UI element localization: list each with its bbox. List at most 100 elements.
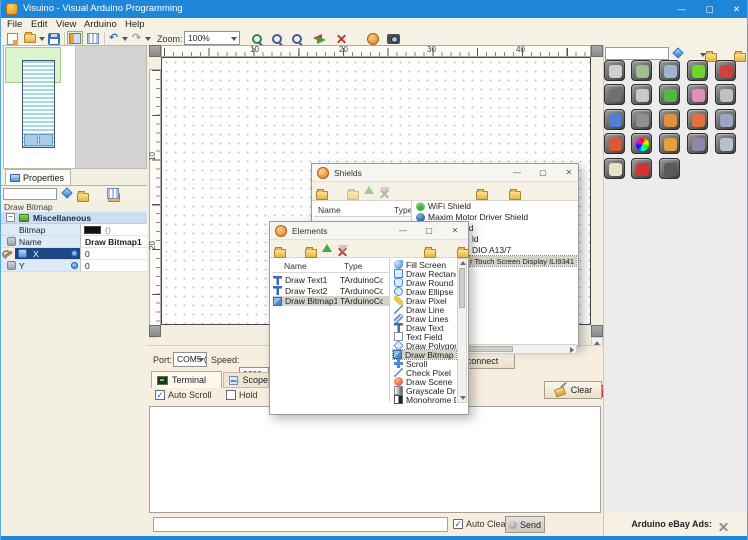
toolbox-category-tools-icon[interactable] (604, 60, 625, 81)
auto-scroll-checkbox[interactable]: ✓ (155, 390, 165, 400)
bitmap-property-value[interactable]: () (80, 224, 147, 236)
elements-close-button[interactable]: ✕ (446, 223, 464, 238)
filter-icon[interactable] (61, 187, 73, 199)
property-row-bitmap[interactable]: Bitmap () (1, 224, 147, 236)
elements-maximize-button[interactable]: ▢ (420, 223, 438, 238)
menu-help[interactable]: Help (125, 19, 145, 30)
toolbox-category-integer-icon[interactable] (715, 60, 736, 81)
shields-tree-item[interactable]: DIO A13/7 (472, 245, 576, 255)
collapse-categories-icon[interactable] (508, 189, 521, 200)
toolbox-category-heat-icon[interactable] (604, 133, 625, 154)
shields-tree-item[interactable]: WiFi Shield (416, 201, 576, 211)
shields-tree-item-selected[interactable]: r Touch Screen Display ILI9341 Shield (469, 255, 577, 267)
toolbox-category-lcd-icon[interactable] (659, 158, 680, 179)
y-pin-icon[interactable] (71, 262, 78, 269)
x-property-value[interactable]: 0 (80, 248, 147, 260)
web-help-button[interactable] (365, 31, 381, 46)
toolbox-category-color-icon[interactable] (631, 133, 652, 154)
new-project-button[interactable] (5, 31, 20, 46)
move-up-icon[interactable] (322, 244, 332, 252)
menu-arduino[interactable]: Arduino (84, 19, 117, 30)
redo-dropdown[interactable] (143, 31, 151, 46)
toolbox-category-displays-icon[interactable] (715, 109, 736, 130)
elements-list-row-selected[interactable]: Draw Bitmap1 TArduinoColo (273, 296, 389, 306)
minimize-button[interactable]: — (669, 0, 694, 18)
terminal-input[interactable] (153, 517, 448, 532)
toggle-left-panel-button[interactable] (67, 31, 83, 46)
shields-close-button[interactable]: ✕ (560, 165, 578, 180)
snapshot-button[interactable] (385, 31, 402, 46)
tab-scope[interactable]: Scope (223, 372, 269, 388)
collapse-group-icon[interactable]: − (6, 213, 15, 222)
toolbox-category-math-icon[interactable] (659, 84, 680, 105)
undo-button[interactable]: ↶ (107, 31, 120, 46)
shields-tree-item[interactable]: ld (472, 234, 576, 244)
clear-button[interactable]: Clear (544, 381, 602, 399)
elements-column-type[interactable]: Type (344, 261, 362, 271)
close-button[interactable]: ✕ (724, 0, 747, 18)
toolbox-category-streams-icon[interactable] (715, 133, 736, 154)
elements-tree-vscrollbar[interactable] (457, 258, 467, 403)
insert-shield-icon[interactable] (347, 189, 360, 200)
auto-clear-checkbox[interactable]: ✓ (453, 519, 463, 529)
toolbox-category-converters-icon[interactable] (659, 109, 680, 130)
save-button[interactable] (46, 31, 61, 46)
overview-panel[interactable] (3, 45, 147, 169)
shields-column-type[interactable]: Type (394, 205, 412, 215)
shields-title-bar[interactable]: Shields — ▢ ✕ (312, 164, 578, 182)
overview-document[interactable] (4, 46, 76, 168)
arrange-panes-icon[interactable] (107, 188, 119, 199)
expand-folders-icon[interactable] (734, 51, 747, 62)
elements-list-row[interactable]: Draw Text1 TArduinoColo (273, 275, 389, 285)
toolbox-category-boards-icon[interactable] (631, 60, 652, 81)
y-property-value[interactable]: 0 (80, 260, 147, 272)
toolbox-search-input[interactable] (605, 47, 669, 60)
menu-view[interactable]: View (56, 19, 76, 30)
menu-edit[interactable]: Edit (31, 19, 47, 30)
add-shield-icon[interactable] (316, 189, 328, 200)
move-down-icon[interactable] (380, 187, 390, 195)
bitmap-preview[interactable] (84, 226, 101, 234)
expand-all-icon[interactable] (77, 191, 89, 202)
open-dropdown[interactable] (37, 31, 45, 46)
send-button[interactable]: Send (505, 516, 545, 533)
toolbox-category-filters-icon[interactable] (715, 84, 736, 105)
expand-categories-icon[interactable] (424, 247, 437, 258)
zoom-reset-button[interactable] (289, 31, 305, 46)
properties-search-input[interactable] (3, 188, 57, 200)
move-down-icon[interactable] (338, 245, 348, 253)
property-row-y[interactable]: Y 0 (1, 260, 147, 272)
toolbox-category-digital-icon[interactable] (659, 60, 680, 81)
toolbox-category-text-icon[interactable] (631, 84, 652, 105)
elements-column-name[interactable]: Name (284, 261, 307, 271)
property-group-row[interactable]: − Miscellaneous (1, 212, 147, 224)
toggle-grid-button[interactable] (85, 31, 101, 46)
hold-checkbox[interactable] (226, 390, 236, 400)
elements-title-bar[interactable]: Elements — ▢ ✕ (270, 222, 468, 240)
add-element-icon[interactable] (274, 247, 286, 258)
zoom-out-button[interactable] (269, 31, 285, 46)
toolbox-category-curves-icon[interactable] (604, 109, 625, 130)
elements-list-row[interactable]: Draw Text2 TArduinoColo (273, 286, 389, 296)
shields-minimize-button[interactable]: — (508, 165, 526, 180)
toolbox-category-memory-icon[interactable] (687, 133, 708, 154)
arrange-button[interactable] (311, 31, 327, 46)
open-project-button[interactable] (22, 31, 37, 46)
property-row-name[interactable]: Name Draw Bitmap1 (1, 236, 147, 248)
toolbox-category-datetime-icon[interactable] (659, 133, 680, 154)
toolbox-category-logic-icon[interactable] (687, 109, 708, 130)
x-pin-icon[interactable] (71, 250, 78, 257)
toolbox-category-files-icon[interactable] (604, 158, 625, 179)
title-bar[interactable]: Visuino - Visual Arduino Programming — ▢… (1, 0, 747, 18)
delete-button[interactable] (333, 31, 349, 46)
shields-maximize-button[interactable]: ▢ (534, 165, 552, 180)
elements-minimize-button[interactable]: — (394, 223, 412, 238)
toolbox-category-wiring-icon[interactable] (687, 60, 708, 81)
zoom-combobox[interactable]: 100% (184, 31, 240, 45)
zoom-in-button[interactable] (249, 31, 265, 46)
shields-column-name[interactable]: Name (318, 205, 341, 215)
undo-dropdown[interactable] (120, 31, 128, 46)
redo-button[interactable]: ↷ (130, 31, 143, 46)
toolbox-category-power-icon[interactable] (631, 158, 652, 179)
tab-properties[interactable]: Properties (5, 169, 71, 185)
